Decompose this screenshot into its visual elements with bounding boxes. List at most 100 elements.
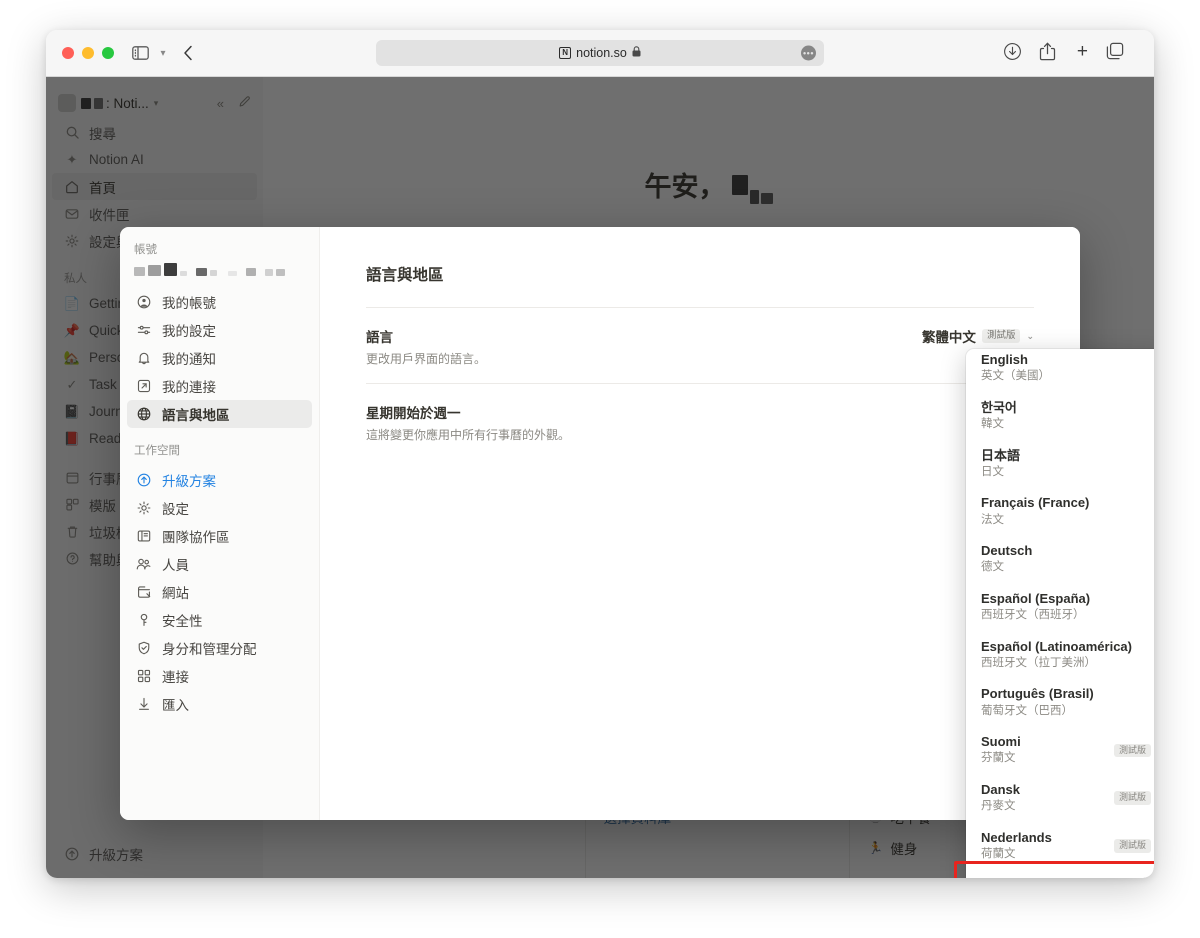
settings-item-identity-provisioning[interactable]: 身分和管理分配 bbox=[127, 634, 312, 662]
shield-check-icon bbox=[135, 641, 152, 655]
settings-item-label: 身分和管理分配 bbox=[162, 642, 257, 657]
language-translated-name: 德文 bbox=[981, 561, 1004, 574]
arrow-up-circle-icon bbox=[135, 473, 152, 487]
language-translated-name: 西班牙文（西班牙） bbox=[981, 609, 1085, 622]
language-option-japanese[interactable]: 日本語 日文 bbox=[972, 441, 1154, 489]
download-icon[interactable] bbox=[1003, 42, 1022, 61]
notion-app: : Noti... ▾ « 搜尋 ✦ Notion AI bbox=[46, 77, 1154, 878]
beta-badge: 測試版 bbox=[1113, 743, 1151, 758]
setting-row-language: 語言 更改用戶界面的語言。 繁體中文 測試版 ⌄ bbox=[366, 308, 1034, 384]
settings-item-settings[interactable]: 設定 bbox=[127, 494, 312, 522]
download-arrow-icon bbox=[135, 697, 152, 711]
grid-icon bbox=[135, 669, 152, 683]
user-circle-icon bbox=[135, 295, 152, 309]
settings-item-label: 網站 bbox=[162, 586, 189, 601]
settings-section-account: 帳號 bbox=[134, 244, 157, 256]
language-option-dutch[interactable]: Nederlands 荷蘭文 測試版 bbox=[972, 823, 1154, 871]
language-translated-name: 日文 bbox=[981, 465, 1004, 478]
language-native-name: Français (France) bbox=[981, 495, 1090, 511]
settings-item-my-connections[interactable]: 我的連接 bbox=[127, 372, 312, 400]
language-native-name: Dansk bbox=[981, 781, 1021, 797]
setting-description: 這將變更你應用中所有行事曆的外觀。 bbox=[366, 428, 571, 442]
settings-item-label: 我的設定 bbox=[162, 324, 216, 339]
language-option-english[interactable]: English 英文（美國） bbox=[972, 349, 1154, 393]
settings-item-label: 連接 bbox=[162, 670, 189, 685]
maximize-window-button[interactable] bbox=[102, 47, 114, 59]
browser-window: ▾ N notion.so ••• + 帳號 我的帳號 我的設定 我的通知 我的… bbox=[46, 30, 1154, 878]
language-select-button[interactable]: 繁體中文 測試版 ⌄ bbox=[922, 326, 1034, 346]
language-translated-name: 葡萄牙文（巴西） bbox=[981, 704, 1073, 717]
settings-item-my-account[interactable]: 我的帳號 bbox=[127, 288, 312, 316]
url-bar[interactable]: N notion.so ••• bbox=[376, 40, 824, 66]
settings-item-label: 人員 bbox=[162, 558, 189, 573]
sidebar-toggle-icon[interactable] bbox=[130, 43, 150, 63]
language-option-norwegian[interactable]: Norsk 挪威文 測試版 bbox=[972, 870, 1154, 878]
beta-badge: 測試版 bbox=[1113, 791, 1151, 806]
settings-item-sites[interactable]: 網站 bbox=[127, 578, 312, 606]
language-dropdown-menu[interactable]: English 英文（美國） 한국어 韓文 日本語 日文 Français (F… bbox=[966, 349, 1154, 878]
settings-item-label: 我的帳號 bbox=[162, 296, 216, 311]
language-native-name: Suomi bbox=[981, 734, 1021, 750]
settings-item-import[interactable]: 匯入 bbox=[127, 690, 312, 718]
url-text: notion.so bbox=[576, 46, 627, 60]
settings-sidebar: 帳號 我的帳號 我的設定 我的通知 我的連接 語言與地區 工作空間 升級方案 設… bbox=[120, 227, 320, 820]
beta-badge: 測試版 bbox=[1113, 839, 1151, 853]
language-translated-name: 荷蘭文 bbox=[981, 847, 1016, 860]
chevron-down-icon[interactable]: ▾ bbox=[156, 43, 170, 63]
language-native-name: 日本語 bbox=[981, 447, 1021, 463]
language-native-name: Português (Brasil) bbox=[981, 686, 1094, 702]
notion-favicon: N bbox=[559, 47, 572, 59]
language-option-french[interactable]: Français (France) 法文 bbox=[972, 488, 1154, 536]
language-current-value: 繁體中文 bbox=[921, 330, 976, 345]
language-translated-name: 丹麥文 bbox=[981, 800, 1016, 813]
settings-item-security[interactable]: 安全性 bbox=[127, 606, 312, 634]
share-icon[interactable] bbox=[1039, 42, 1056, 61]
language-native-name: English bbox=[981, 352, 1028, 367]
setting-row-week-start: 星期開始於週一 這將變更你應用中所有行事曆的外觀。 bbox=[366, 384, 1034, 459]
browser-toolbar: ▾ N notion.so ••• + bbox=[46, 30, 1154, 77]
settings-item-people[interactable]: 人員 bbox=[127, 550, 312, 578]
minimize-window-button[interactable] bbox=[82, 47, 94, 59]
setting-label: 語言 bbox=[366, 330, 393, 345]
tab-overview-icon[interactable] bbox=[1106, 42, 1124, 60]
arrow-out-icon bbox=[135, 379, 152, 393]
settings-item-connections[interactable]: 連接 bbox=[127, 662, 312, 690]
account-identity-redacted bbox=[120, 263, 319, 288]
language-option-danish[interactable]: Dansk 丹麥文 測試版 bbox=[972, 775, 1154, 823]
language-native-name: Español (Latinoamérica) bbox=[981, 638, 1132, 654]
language-native-name: 한국어 bbox=[981, 399, 1017, 415]
settings-item-label: 匯入 bbox=[162, 698, 189, 713]
close-window-button[interactable] bbox=[62, 47, 74, 59]
language-native-name: Nederlands bbox=[981, 829, 1052, 845]
language-option-spanish-spain[interactable]: Español (España) 西班牙文（西班牙） bbox=[972, 584, 1154, 632]
language-translated-name: 西班牙文（拉丁美洲） bbox=[981, 656, 1096, 669]
language-native-name: Español (España) bbox=[981, 590, 1091, 606]
settings-modal: 帳號 我的帳號 我的設定 我的通知 我的連接 語言與地區 工作空間 升級方案 設… bbox=[120, 227, 1080, 820]
language-option-german[interactable]: Deutsch 德文 bbox=[972, 536, 1154, 584]
language-option-portuguese-brazil[interactable]: Português (Brasil) 葡萄牙文（巴西） bbox=[972, 679, 1154, 727]
language-translated-name: 芬蘭文 bbox=[981, 752, 1016, 765]
settings-item-language-region[interactable]: 語言與地區 bbox=[127, 400, 312, 428]
settings-item-teamspaces[interactable]: 團隊協作區 bbox=[127, 522, 312, 550]
site-icon bbox=[135, 585, 152, 599]
language-option-finnish[interactable]: Suomi 芬蘭文 測試版 bbox=[972, 727, 1154, 775]
settings-item-label: 團隊協作區 bbox=[162, 530, 230, 545]
language-option-korean[interactable]: 한국어 韓文 bbox=[972, 393, 1154, 441]
setting-description: 更改用戶界面的語言。 bbox=[366, 352, 487, 366]
settings-item-label: 語言與地區 bbox=[162, 408, 230, 423]
settings-item-label: 升級方案 bbox=[162, 474, 216, 489]
bell-icon bbox=[135, 351, 152, 365]
settings-item-upgrade-plan[interactable]: 升級方案 bbox=[127, 466, 312, 494]
language-option-spanish-latam[interactable]: Español (Latinoamérica) 西班牙文（拉丁美洲） bbox=[972, 632, 1154, 680]
back-icon[interactable] bbox=[180, 43, 196, 63]
settings-item-my-notifications[interactable]: 我的通知 bbox=[127, 344, 312, 372]
globe-icon bbox=[135, 407, 152, 421]
setting-label: 星期開始於週一 bbox=[366, 406, 461, 421]
new-tab-icon[interactable]: + bbox=[1077, 42, 1088, 61]
language-native-name: Norsk bbox=[981, 877, 1018, 878]
language-translated-name: 英文（美國） bbox=[981, 370, 1050, 383]
key-icon bbox=[135, 613, 152, 627]
url-menu-icon[interactable]: ••• bbox=[801, 45, 816, 61]
settings-item-my-settings[interactable]: 我的設定 bbox=[127, 316, 312, 344]
chevron-down-icon: ⌄ bbox=[1026, 330, 1034, 341]
